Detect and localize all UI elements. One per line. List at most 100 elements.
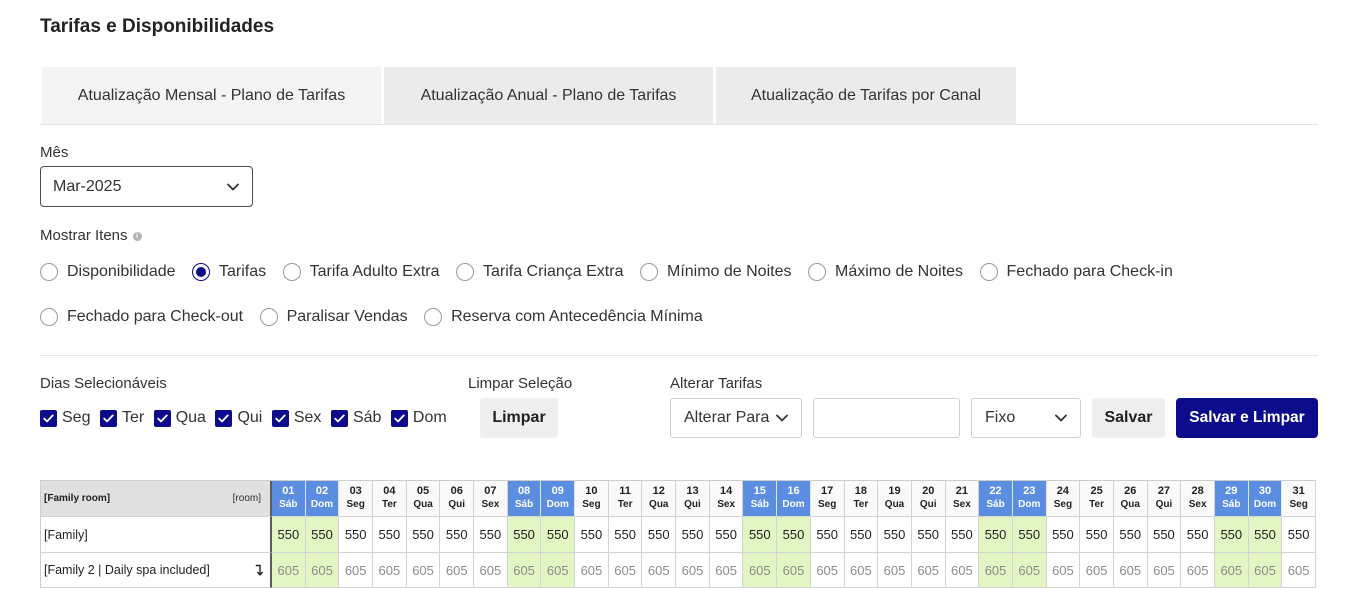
date-header-10[interactable]: 10 Seg [575,481,609,517]
rate-cell[interactable]: 605 [1080,553,1114,588]
date-header-26[interactable]: 26 Qua [1113,481,1148,517]
day-option-sex[interactable]: Sex [271,409,321,427]
rate-cell[interactable]: 605 [1046,553,1081,588]
date-header-11[interactable]: 11 Ter [608,481,643,517]
radio-maximo-de-noites[interactable] [807,263,826,281]
rate-cell[interactable]: 550 [1113,517,1148,553]
rate-cell[interactable]: 605 [911,553,946,588]
date-header-05[interactable]: 05 Qua [406,481,441,517]
rate-cell[interactable]: 605 [474,553,508,588]
date-header-21[interactable]: 21 Sex [945,481,980,517]
rate-cell[interactable]: 550 [373,517,407,553]
rate-cell[interactable]: 550 [1181,517,1215,553]
rate-cell[interactable]: 550 [1080,517,1114,553]
date-header-18[interactable]: 18 Ter [844,481,879,517]
rate-cell[interactable]: 605 [406,553,441,588]
date-header-19[interactable]: 19 Qua [878,481,912,517]
rate-cell[interactable]: 550 [979,517,1013,553]
radio-disponibilidade[interactable] [40,263,58,281]
rate-cell[interactable]: 550 [911,517,946,553]
date-header-27[interactable]: 27 Qui [1147,481,1182,517]
checkbox-qui[interactable] [215,409,233,427]
rate-cell[interactable]: 550 [406,517,441,553]
date-header-03[interactable]: 03 Seg [339,481,374,517]
rate-cell[interactable]: 605 [1282,553,1316,588]
checkbox-qua[interactable] [153,409,171,427]
radio-option-tarifa-crianca-extra[interactable]: Tarifa Criança Extra [455,261,623,283]
rate-cell[interactable]: 605 [575,553,609,588]
rate-cell[interactable]: 605 [743,553,778,588]
radio-option-tarifas[interactable]: Tarifas [192,261,266,283]
rate-cell[interactable]: 605 [507,553,542,588]
checkbox-sab[interactable] [330,409,348,427]
radio-reserva-com-antecedencia-minima[interactable] [424,308,443,326]
radio-tarifas[interactable] [192,263,211,281]
radio-option-disponibilidade[interactable]: Disponibilidade [40,261,176,283]
date-header-13[interactable]: 13 Qui [676,481,710,517]
rate-cell[interactable]: 550 [945,517,980,553]
date-header-29[interactable]: 29 Sáb [1214,481,1249,517]
radio-option-reserva-com-antecedencia-minima[interactable]: Reserva com Antecedência Mínima [424,306,703,328]
rate-cell[interactable]: 605 [878,553,912,588]
rate-cell[interactable]: 550 [1248,517,1283,553]
day-option-qua[interactable]: Qua [153,409,206,427]
date-header-15[interactable]: 15 Sáb [743,481,778,517]
rate-cell[interactable]: 550 [474,517,508,553]
date-header-30[interactable]: 30 Dom [1248,481,1283,517]
day-option-sab[interactable]: Sáb [330,409,381,427]
day-option-ter[interactable]: Ter [99,409,144,427]
rate-type-select[interactable]: Fixo [971,398,1081,438]
rate-cell[interactable]: 605 [1181,553,1215,588]
rate-cell[interactable]: 550 [507,517,542,553]
rate-cell[interactable]: 550 [440,517,475,553]
rate-cell[interactable]: 605 [305,553,340,588]
checkbox-dom[interactable] [390,409,408,427]
radio-option-paralisar-vendas[interactable]: Paralisar Vendas [259,306,408,328]
date-header-16[interactable]: 16 Dom [777,481,811,517]
rate-cell[interactable]: 605 [709,553,744,588]
checkbox-sex[interactable] [271,409,289,427]
rate-cell[interactable]: 550 [676,517,710,553]
date-header-14[interactable]: 14 Sex [709,481,744,517]
rate-cell[interactable]: 550 [339,517,374,553]
date-header-02[interactable]: 02 Dom [305,481,340,517]
radio-minimo-de-noites[interactable] [639,263,658,281]
rate-cell[interactable]: 605 [1147,553,1182,588]
radio-option-maximo-de-noites[interactable]: Máximo de Noites [807,261,963,283]
date-header-17[interactable]: 17 Seg [810,481,845,517]
radio-option-tarifa-adulto-extra[interactable]: Tarifa Adulto Extra [282,261,439,283]
rate-cell[interactable]: 605 [272,553,306,588]
radio-option-minimo-de-noites[interactable]: Mínimo de Noites [639,261,791,283]
rate-cell[interactable]: 605 [373,553,407,588]
day-option-dom[interactable]: Dom [390,409,447,427]
level-down-icon[interactable] [255,564,263,576]
info-icon[interactable] [132,231,142,241]
rate-cell[interactable]: 550 [272,517,306,553]
rate-amount-input[interactable] [813,398,960,438]
rate-cell[interactable]: 605 [608,553,643,588]
rate-cell[interactable]: 605 [1012,553,1047,588]
radio-fechado-para-check-out[interactable] [40,308,58,326]
rate-cell[interactable]: 605 [777,553,811,588]
rate-cell[interactable]: 550 [1214,517,1249,553]
rate-cell[interactable]: 550 [777,517,811,553]
rate-cell[interactable]: 605 [1214,553,1249,588]
date-header-25[interactable]: 25 Ter [1080,481,1114,517]
tab-annual-rate-plan[interactable]: Atualização Anual - Plano de Tarifas [384,67,713,124]
radio-option-fechado-para-check-in[interactable]: Fechado para Check-in [979,261,1173,283]
rate-cell[interactable]: 605 [844,553,879,588]
radio-tarifa-adulto-extra[interactable] [282,263,301,281]
checkbox-seg[interactable] [40,409,57,427]
tab-monthly-rate-plan[interactable]: Atualização Mensal - Plano de Tarifas [42,67,381,124]
radio-paralisar-vendas[interactable] [259,308,278,326]
rate-cell[interactable]: 550 [878,517,912,553]
rate-cell[interactable]: 605 [979,553,1013,588]
rate-cell[interactable]: 605 [642,553,677,588]
rate-cell[interactable]: 605 [945,553,980,588]
date-header-28[interactable]: 28 Sex [1181,481,1215,517]
rate-cell[interactable]: 550 [810,517,845,553]
date-header-08[interactable]: 08 Sáb [507,481,542,517]
rate-cell[interactable]: 605 [810,553,845,588]
radio-option-fechado-para-check-out[interactable]: Fechado para Check-out [40,306,243,328]
date-header-07[interactable]: 07 Sex [474,481,508,517]
